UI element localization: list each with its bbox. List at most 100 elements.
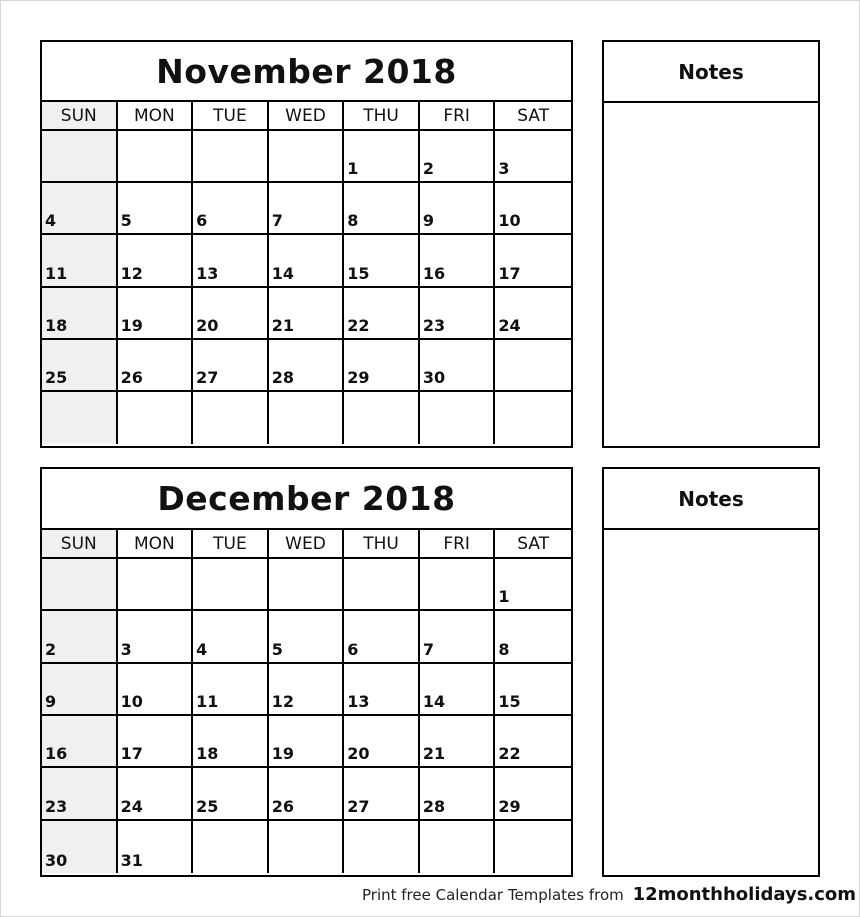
day-number: 25 [45,367,68,387]
day-cell: 22 [495,716,571,769]
day-cell: 4 [193,611,269,664]
day-cell: 16 [419,235,496,288]
weekday-header-wed: WED [269,530,345,557]
day-number: 18 [196,744,219,764]
empty-day-cell [268,559,345,612]
day-cell: 2 [419,131,496,184]
day-cell: 20 [344,715,420,769]
empty-day-cell [419,559,496,612]
notes-box-november: Notes [602,40,820,448]
day-cell: 3 [117,611,194,664]
empty-day-cell [193,559,269,612]
day-number: 16 [45,744,68,764]
day-cell: 28 [419,768,496,821]
day-cell: 26 [117,339,194,392]
day-cell: 8 [344,183,420,236]
day-number: 10 [120,691,143,711]
day-number: 2 [45,639,57,659]
day-number: 9 [422,211,434,231]
day-number: 17 [120,744,143,764]
day-number: 31 [120,850,143,870]
day-number: 5 [120,211,132,231]
day-number: 24 [120,796,143,816]
empty-day-cell [42,391,118,444]
day-cell: 13 [193,235,269,288]
day-number: 20 [196,315,219,335]
empty-day-cell [495,340,571,392]
day-cell: 22 [344,287,420,340]
notes-title: Notes [604,42,818,103]
day-number: 30 [422,367,446,387]
day-cell: 23 [419,287,496,340]
weekday-header-tue: TUE [193,102,269,129]
day-cell: 24 [495,288,571,340]
day-cell: 26 [268,768,345,821]
day-cell: 30 [42,820,118,873]
notes-title: Notes [604,469,818,530]
day-number: 7 [422,639,434,659]
day-cell: 17 [495,235,571,288]
day-number: 23 [422,315,446,335]
day-cell: 10 [495,183,571,236]
notes-area[interactable] [604,103,818,446]
day-number: 18 [45,315,68,335]
weekday-header-sun: SUN [42,102,118,129]
weekday-header-row: SUN MON TUE WED THU FRI SAT [42,102,571,131]
day-cell: 3 [495,131,571,184]
day-number: 29 [498,796,521,816]
day-number: 8 [498,639,510,659]
week-grid: 1 2 3 4 5 6 7 8 9 10 11 12 13 14 15 16 17 18 19 20 21 22 23 24 2… [42,559,571,873]
weekday-header-row: SUN MON TUE WED THU FRI SAT [42,530,571,559]
weekday-header-sat: SAT [517,105,550,126]
day-number: 11 [45,263,68,283]
empty-day-cell [193,820,269,873]
day-number: 10 [498,211,521,231]
empty-day-cell [344,391,420,444]
day-cell: 25 [42,339,118,392]
weekday-header-thu: THU [344,530,420,557]
day-cell: 29 [344,339,420,392]
day-cell: 18 [42,287,118,340]
day-number: 6 [347,639,359,659]
footer-site-link[interactable]: 12monthholidays.com [633,884,856,905]
empty-day-cell [42,559,118,612]
day-cell: 14 [419,663,496,716]
day-cell: 6 [193,183,269,236]
day-cell: 14 [268,235,345,288]
calendar-title: December 2018 [42,469,571,530]
notes-area[interactable] [604,530,818,875]
day-number: 24 [498,315,521,335]
empty-day-cell [117,131,194,184]
day-cell: 17 [117,715,194,769]
day-cell: 2 [42,611,118,664]
day-number: 7 [271,211,283,231]
footer-credit: Print free Calendar Templates from 12mon… [362,884,856,905]
weekday-header-tue: TUE [193,530,269,557]
day-number: 1 [498,587,510,607]
calendar-december: December 2018 SUN MON TUE WED THU FRI SAT 1234… [40,467,573,877]
day-number: 14 [271,263,294,283]
empty-day-cell [344,820,420,873]
week-grid: 1 2 3 4 5 6 7 8 9 10 11 12 13 14 15 16 17 18 19 20 21 22 23 24 2… [42,131,571,444]
day-cell: 11 [42,235,118,288]
day-cell: 23 [42,768,118,821]
empty-day-cell [344,559,420,612]
empty-day-cell [193,131,269,184]
empty-day-cell [420,820,496,873]
day-number: 28 [271,367,294,387]
day-number: 4 [45,211,57,231]
weekday-header-fri: FRI [420,102,496,129]
calendar-november: November 2018 SUN MON TUE WED THU FRI SAT 1234… [40,40,573,448]
weekday-header-sun: SUN [42,530,118,557]
day-number: 17 [498,263,521,283]
day-cell: 13 [344,663,420,716]
day-cell: 30 [419,339,496,392]
day-cell: 1 [344,131,420,184]
empty-day-cell [117,559,194,612]
day-number: 21 [271,315,294,335]
day-number: 12 [120,263,143,283]
day-number: 16 [422,263,446,283]
empty-day-cell [495,821,571,873]
day-cell: 4 [42,183,118,236]
day-cell: 29 [495,768,571,821]
